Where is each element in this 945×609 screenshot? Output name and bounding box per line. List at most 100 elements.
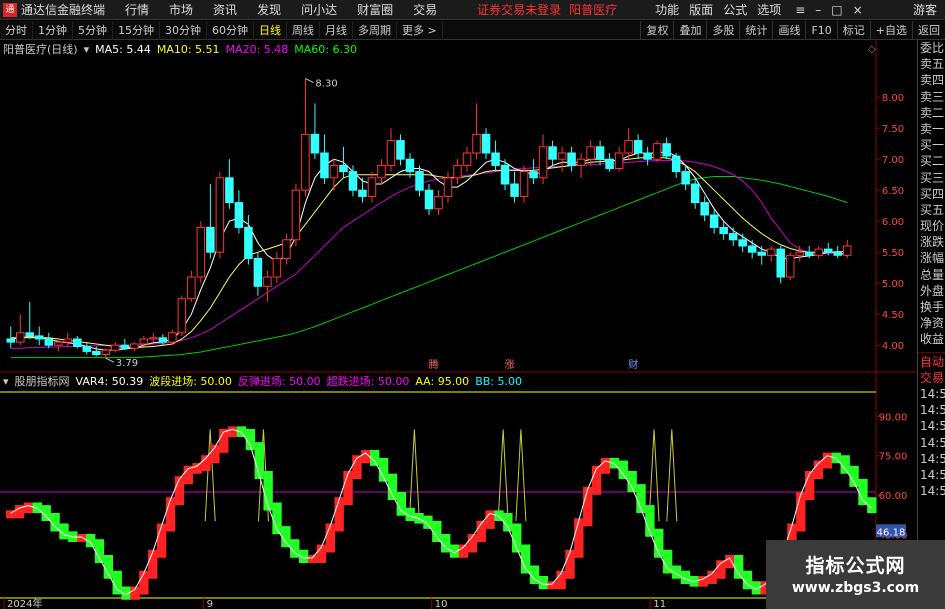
candle-body (548, 146, 557, 160)
candle-body (187, 276, 196, 300)
indicator-step-bar (192, 463, 202, 474)
tab-intraday[interactable]: 分时 (0, 20, 33, 40)
candle-body (253, 257, 263, 287)
watermark-title: 指标公式网 (805, 555, 906, 577)
candlesticks (6, 78, 852, 359)
side-field-18: 收益 (920, 332, 945, 347)
menu-market[interactable]: 市场 (169, 1, 193, 18)
indicator-chart (6, 426, 877, 600)
maximize-icon[interactable]: □ (831, 3, 842, 17)
date-label: 9 (207, 599, 213, 609)
side-header-0[interactable]: 自动 (918, 354, 945, 370)
overlay-button[interactable]: 叠加 (673, 21, 706, 40)
event-marker-2: 财 (628, 358, 638, 371)
tab-more[interactable]: 更多 > (397, 20, 443, 40)
add-watchlist-button[interactable]: +自选 (869, 21, 912, 40)
menu-function[interactable]: 功能 (655, 1, 679, 18)
candle-body (633, 140, 643, 154)
candle-body (16, 332, 25, 343)
candle-body (92, 350, 101, 355)
side-field-11: 现价 (920, 219, 945, 234)
candle-body (320, 152, 329, 179)
watermark: 指标公式网 www.zbgs3.com (766, 540, 945, 609)
candle-body (149, 337, 158, 340)
indicator-step-bar (591, 465, 602, 495)
side-field-4: 卖二 (920, 105, 945, 120)
toolbar-right-group: 复权 叠加 多股 统计 画线 F10 标记 +自选 返回 (640, 21, 945, 40)
side-field-8: 买三 (920, 170, 945, 185)
statistics-button[interactable]: 统计 (739, 21, 772, 40)
candle-body (700, 202, 709, 216)
tick-time-0: 14:56 (920, 386, 945, 401)
menu-icon[interactable]: ≡ (795, 3, 805, 17)
candle-body (690, 183, 700, 204)
menu-ask[interactable]: 问小达 (301, 1, 337, 18)
candle-body (738, 239, 747, 247)
menu-formula[interactable]: 公式 (723, 1, 747, 18)
indicator-step-bar (148, 549, 158, 579)
price-tick-label: 5.50 (882, 248, 904, 259)
candle-body (652, 143, 662, 160)
tick-time-1: 14:56 (920, 403, 945, 418)
guest-label[interactable]: 游客 (913, 1, 937, 18)
candle-body (177, 298, 187, 334)
candle-body (605, 158, 614, 169)
restore-rights-button[interactable]: 复权 (640, 21, 673, 40)
candle-body (453, 164, 462, 179)
menu-news[interactable]: 资讯 (213, 1, 237, 18)
tab-15min[interactable]: 15分钟 (113, 20, 160, 40)
draw-line-button[interactable]: 画线 (772, 21, 805, 40)
tab-1min[interactable]: 1分钟 (33, 20, 73, 40)
event-marker-1: 涨 (505, 359, 515, 371)
chart-diamond-icon: ◇ (868, 44, 876, 55)
side-field-2: 卖四 (920, 73, 945, 88)
candle-body (842, 245, 852, 256)
tab-60min[interactable]: 60分钟 (207, 20, 254, 40)
entry-signal-spike (497, 429, 509, 522)
candle-body (424, 189, 434, 210)
tick-time-3: 14:56 (920, 435, 945, 450)
f10-button[interactable]: F10 (805, 21, 836, 40)
indicator-step-bar (112, 570, 122, 595)
title-bar: 通 通达信金融终端 行情 市场 资讯 发现 问小达 财富圈 交易 证券交易未登录… (0, 0, 945, 20)
tab-monthly[interactable]: 月线 (320, 20, 353, 40)
menu-quotes[interactable]: 行情 (125, 1, 149, 18)
candle-body (25, 332, 35, 337)
event-marker-0: 腾 (429, 358, 439, 371)
login-warning[interactable]: 证券交易未登录 (477, 1, 561, 18)
back-button[interactable]: 返回 (912, 21, 945, 40)
candle-body (6, 338, 16, 343)
candle-body (719, 226, 728, 235)
side-header-1[interactable]: 交易 (918, 370, 945, 386)
candle-body (405, 158, 415, 173)
candle-body (377, 164, 386, 179)
side-field-16: 换手 (920, 300, 945, 314)
tab-daily[interactable]: 日线 (254, 20, 287, 40)
max-price-label: 8.30 (315, 79, 337, 90)
candle-body (472, 133, 481, 154)
tab-30min[interactable]: 30分钟 (160, 20, 207, 40)
menu-trade[interactable]: 交易 (413, 1, 437, 18)
date-label: 10 (435, 599, 448, 609)
close-icon[interactable]: × (853, 3, 863, 17)
multi-stock-button[interactable]: 多股 (706, 21, 739, 40)
candle-body (234, 202, 244, 228)
candle-body (329, 164, 339, 179)
kline-chart[interactable]: ◇ 8.007.507.006.506.005.505.004.504.008.… (0, 40, 917, 609)
indicator-step-bar (77, 534, 87, 542)
price-tick-label: 8.00 (882, 93, 904, 104)
min-price-label: 3.79 (116, 358, 138, 369)
tab-weekly[interactable]: 周线 (287, 20, 320, 40)
tab-multi-period[interactable]: 多周期 (353, 20, 397, 40)
indicator-step-bar (343, 471, 353, 506)
menu-options[interactable]: 选项 (757, 1, 781, 18)
price-tick-label: 4.00 (882, 341, 904, 352)
minimize-icon[interactable]: – (815, 3, 821, 17)
tab-5min[interactable]: 5分钟 (73, 20, 113, 40)
mark-button[interactable]: 标记 (836, 21, 870, 40)
side-field-14: 总量 (920, 267, 945, 282)
menu-discover[interactable]: 发现 (257, 1, 281, 18)
candle-body (567, 152, 576, 166)
menu-wealth[interactable]: 财富圈 (357, 1, 393, 18)
menu-layout[interactable]: 版面 (689, 1, 713, 18)
